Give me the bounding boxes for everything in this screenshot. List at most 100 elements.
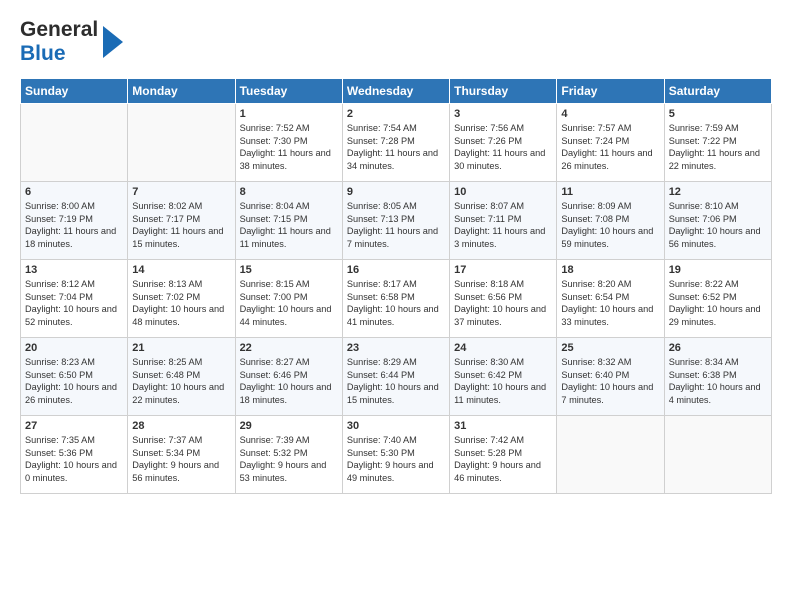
calendar-cell: 26 Sunrise: 8:34 AMSunset: 6:38 PMDayligh…: [664, 338, 771, 416]
day-number: 28: [132, 420, 230, 432]
cell-content: Sunrise: 8:34 AMSunset: 6:38 PMDaylight:…: [669, 356, 767, 406]
cell-content: Sunrise: 7:40 AMSunset: 5:30 PMDaylight:…: [347, 434, 445, 484]
day-number: 7: [132, 186, 230, 198]
cell-content: Sunrise: 8:27 AMSunset: 6:46 PMDaylight:…: [240, 356, 338, 406]
calendar-cell: 4 Sunrise: 7:57 AMSunset: 7:24 PMDaylight…: [557, 104, 664, 182]
calendar-cell: 25 Sunrise: 8:32 AMSunset: 6:40 PMDayligh…: [557, 338, 664, 416]
day-number: 27: [25, 420, 123, 432]
calendar-cell: 24Sunrise: 8:30 AMSunset: 6:42 PMDayligh…: [450, 338, 557, 416]
day-number: 10: [454, 186, 552, 198]
calendar-cell: 20 Sunrise: 8:23 AMSunset: 6:50 PMDayligh…: [21, 338, 128, 416]
day-number: 31: [454, 420, 552, 432]
day-number: 22: [240, 342, 338, 354]
calendar-cell: 9 Sunrise: 8:05 AMSunset: 7:13 PMDaylight…: [342, 182, 449, 260]
cell-content: Sunrise: 7:37 AMSunset: 5:34 PMDaylight:…: [132, 434, 230, 484]
calendar-cell: 8 Sunrise: 8:04 AMSunset: 7:15 PMDaylight…: [235, 182, 342, 260]
day-number: 9: [347, 186, 445, 198]
calendar-cell: [664, 416, 771, 494]
weekday-header: Monday: [128, 79, 235, 104]
calendar-cell: 29 Sunrise: 7:39 AMSunset: 5:32 PMDayligh…: [235, 416, 342, 494]
weekday-header: Wednesday: [342, 79, 449, 104]
calendar-cell: 10Sunrise: 8:07 AMSunset: 7:11 PMDayligh…: [450, 182, 557, 260]
calendar-row: 20 Sunrise: 8:23 AMSunset: 6:50 PMDayligh…: [21, 338, 772, 416]
calendar-cell: 12Sunrise: 8:10 AMSunset: 7:06 PMDayligh…: [664, 182, 771, 260]
weekday-header: Sunday: [21, 79, 128, 104]
cell-content: Sunrise: 7:52 AMSunset: 7:30 PMDaylight:…: [240, 122, 338, 172]
calendar-table: SundayMondayTuesdayWednesdayThursdayFrid…: [20, 78, 772, 494]
cell-content: Sunrise: 8:04 AMSunset: 7:15 PMDaylight:…: [240, 200, 338, 250]
weekday-header: Friday: [557, 79, 664, 104]
logo-arrow-icon: [103, 26, 123, 58]
calendar-cell: 21 Sunrise: 8:25 AMSunset: 6:48 PMDayligh…: [128, 338, 235, 416]
day-number: 20: [25, 342, 123, 354]
cell-content: Sunrise: 8:20 AMSunset: 6:54 PMDaylight:…: [561, 278, 659, 328]
calendar-cell: 14Sunrise: 8:13 AMSunset: 7:02 PMDayligh…: [128, 260, 235, 338]
day-number: 30: [347, 420, 445, 432]
calendar-cell: 31 Sunrise: 7:42 AMSunset: 5:28 PMDayligh…: [450, 416, 557, 494]
calendar-cell: 22 Sunrise: 8:27 AMSunset: 6:46 PMDayligh…: [235, 338, 342, 416]
calendar-cell: [21, 104, 128, 182]
cell-content: Sunrise: 8:25 AMSunset: 6:48 PMDaylight:…: [132, 356, 230, 406]
page: General Blue SundayMondayTuesdayWednesda…: [0, 0, 792, 504]
cell-content: Sunrise: 8:32 AMSunset: 6:40 PMDaylight:…: [561, 356, 659, 406]
calendar-row: 6 Sunrise: 8:00 AMSunset: 7:19 PMDaylight…: [21, 182, 772, 260]
day-number: 8: [240, 186, 338, 198]
cell-content: Sunrise: 8:00 AMSunset: 7:19 PMDaylight:…: [25, 200, 123, 250]
cell-content: Sunrise: 8:18 AMSunset: 6:56 PMDaylight:…: [454, 278, 552, 328]
day-number: 19: [669, 264, 767, 276]
day-number: 4: [561, 108, 659, 120]
calendar-cell: 11 Sunrise: 8:09 AMSunset: 7:08 PMDayligh…: [557, 182, 664, 260]
calendar-cell: [557, 416, 664, 494]
day-number: 26: [669, 342, 767, 354]
weekday-header: Saturday: [664, 79, 771, 104]
day-number: 23: [347, 342, 445, 354]
cell-content: Sunrise: 7:57 AMSunset: 7:24 PMDaylight:…: [561, 122, 659, 172]
calendar-cell: 27 Sunrise: 7:35 AMSunset: 5:36 PMDayligh…: [21, 416, 128, 494]
calendar-row: 13 Sunrise: 8:12 AMSunset: 7:04 PMDayligh…: [21, 260, 772, 338]
cell-content: Sunrise: 7:54 AMSunset: 7:28 PMDaylight:…: [347, 122, 445, 172]
logo: General Blue: [20, 18, 123, 66]
weekday-header: Tuesday: [235, 79, 342, 104]
day-number: 25: [561, 342, 659, 354]
day-number: 11: [561, 186, 659, 198]
calendar-cell: 17Sunrise: 8:18 AMSunset: 6:56 PMDayligh…: [450, 260, 557, 338]
day-number: 15: [240, 264, 338, 276]
cell-content: Sunrise: 8:09 AMSunset: 7:08 PMDaylight:…: [561, 200, 659, 250]
logo-blue: Blue: [20, 42, 98, 66]
cell-content: Sunrise: 8:30 AMSunset: 6:42 PMDaylight:…: [454, 356, 552, 406]
day-number: 6: [25, 186, 123, 198]
calendar-row: 1Sunrise: 7:52 AMSunset: 7:30 PMDaylight…: [21, 104, 772, 182]
day-number: 21: [132, 342, 230, 354]
cell-content: Sunrise: 7:35 AMSunset: 5:36 PMDaylight:…: [25, 434, 123, 484]
cell-content: Sunrise: 8:12 AMSunset: 7:04 PMDaylight:…: [25, 278, 123, 328]
cell-content: Sunrise: 7:42 AMSunset: 5:28 PMDaylight:…: [454, 434, 552, 484]
day-number: 14: [132, 264, 230, 276]
calendar-cell: 13 Sunrise: 8:12 AMSunset: 7:04 PMDayligh…: [21, 260, 128, 338]
cell-content: Sunrise: 8:15 AMSunset: 7:00 PMDaylight:…: [240, 278, 338, 328]
cell-content: Sunrise: 8:05 AMSunset: 7:13 PMDaylight:…: [347, 200, 445, 250]
day-number: 3: [454, 108, 552, 120]
cell-content: Sunrise: 8:29 AMSunset: 6:44 PMDaylight:…: [347, 356, 445, 406]
day-number: 29: [240, 420, 338, 432]
cell-content: Sunrise: 8:17 AMSunset: 6:58 PMDaylight:…: [347, 278, 445, 328]
calendar-cell: 30 Sunrise: 7:40 AMSunset: 5:30 PMDayligh…: [342, 416, 449, 494]
day-number: 12: [669, 186, 767, 198]
cell-content: Sunrise: 8:02 AMSunset: 7:17 PMDaylight:…: [132, 200, 230, 250]
day-number: 13: [25, 264, 123, 276]
calendar-cell: 6 Sunrise: 8:00 AMSunset: 7:19 PMDaylight…: [21, 182, 128, 260]
calendar-cell: 28 Sunrise: 7:37 AMSunset: 5:34 PMDayligh…: [128, 416, 235, 494]
calendar-cell: 15 Sunrise: 8:15 AMSunset: 7:00 PMDayligh…: [235, 260, 342, 338]
cell-content: Sunrise: 7:39 AMSunset: 5:32 PMDaylight:…: [240, 434, 338, 484]
calendar-cell: 19 Sunrise: 8:22 AMSunset: 6:52 PMDayligh…: [664, 260, 771, 338]
cell-content: Sunrise: 8:23 AMSunset: 6:50 PMDaylight:…: [25, 356, 123, 406]
cell-content: Sunrise: 8:22 AMSunset: 6:52 PMDaylight:…: [669, 278, 767, 328]
day-number: 16: [347, 264, 445, 276]
weekday-header: Thursday: [450, 79, 557, 104]
calendar-cell: 5 Sunrise: 7:59 AMSunset: 7:22 PMDaylight…: [664, 104, 771, 182]
header-row: SundayMondayTuesdayWednesdayThursdayFrid…: [21, 79, 772, 104]
cell-content: Sunrise: 7:59 AMSunset: 7:22 PMDaylight:…: [669, 122, 767, 172]
calendar-row: 27 Sunrise: 7:35 AMSunset: 5:36 PMDayligh…: [21, 416, 772, 494]
calendar-cell: 18Sunrise: 8:20 AMSunset: 6:54 PMDayligh…: [557, 260, 664, 338]
day-number: 5: [669, 108, 767, 120]
logo-general: General: [20, 18, 98, 42]
